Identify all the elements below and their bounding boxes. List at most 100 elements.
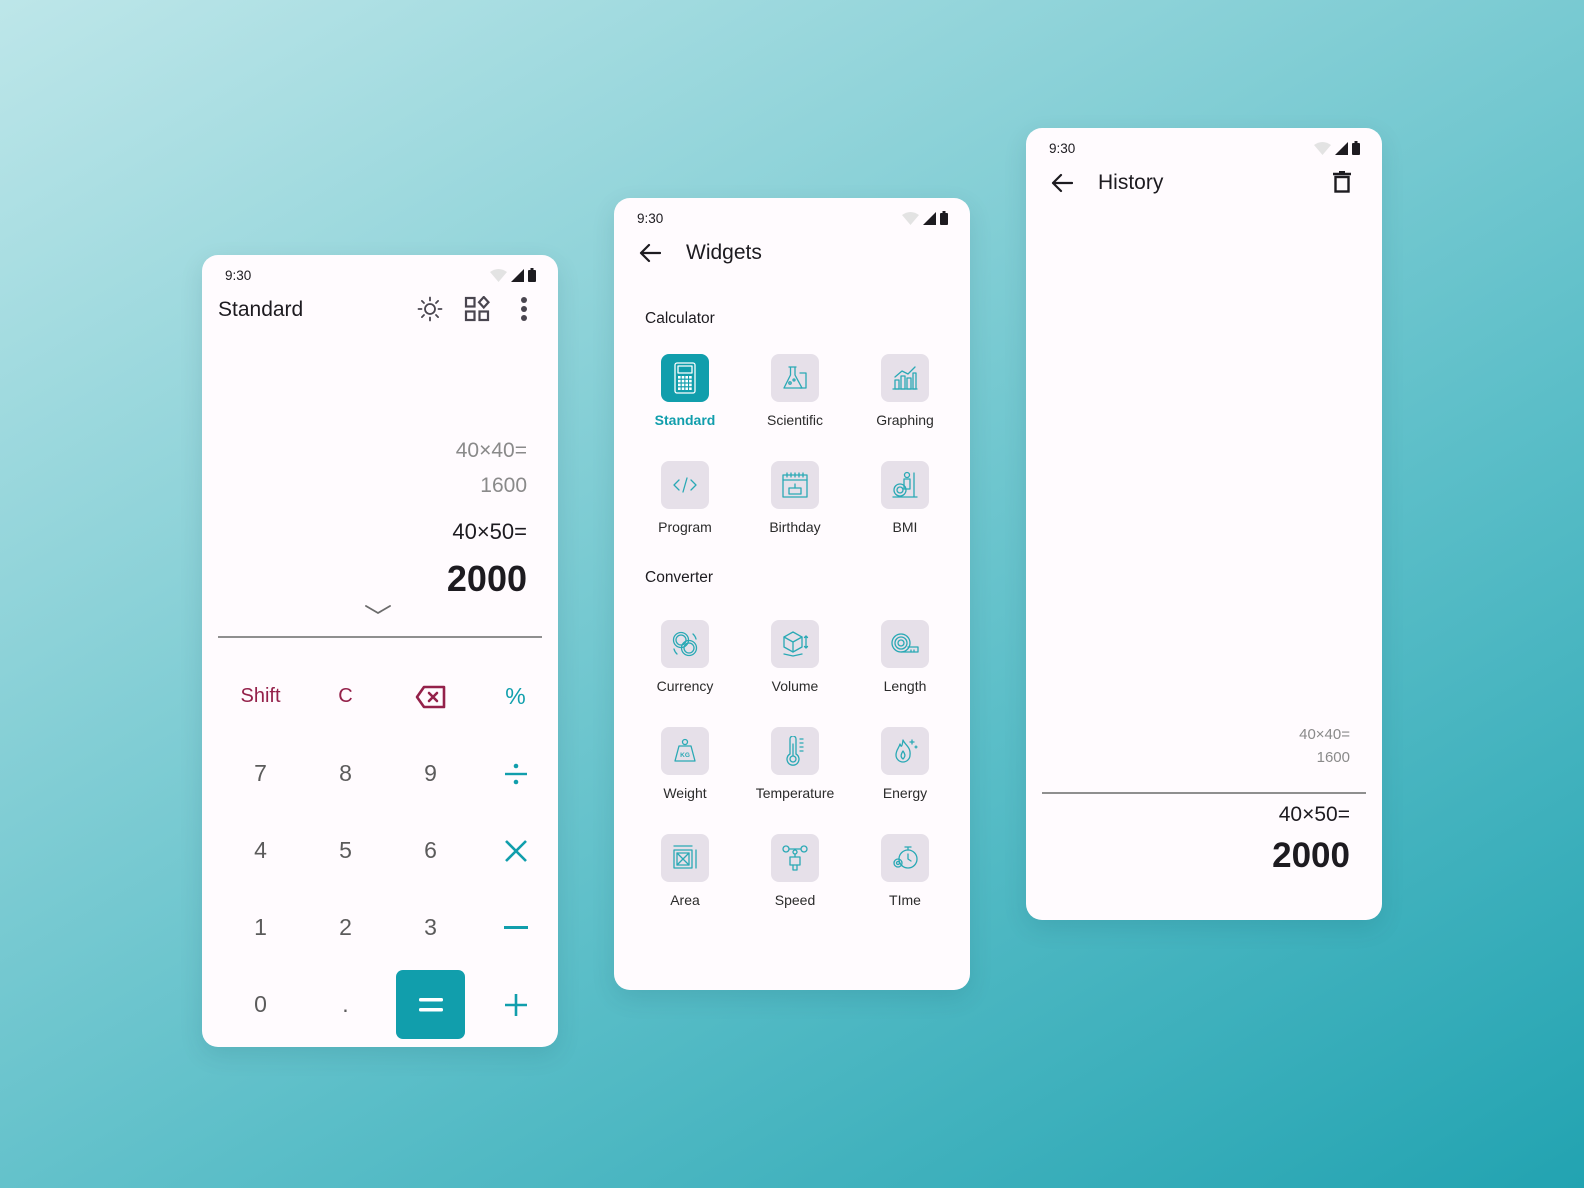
key-label: % bbox=[505, 683, 526, 709]
key-1[interactable]: 1 bbox=[218, 889, 303, 966]
widget-label: TIme bbox=[889, 892, 921, 908]
widgets-button[interactable] bbox=[461, 293, 493, 325]
status-icons bbox=[902, 211, 948, 225]
top-app-bar: Widgets bbox=[614, 235, 970, 271]
key-label: 5 bbox=[339, 837, 352, 863]
key-2[interactable]: 2 bbox=[303, 889, 388, 966]
widget-icon-container bbox=[661, 461, 709, 509]
widget-tile-birthday[interactable]: Birthday bbox=[740, 461, 850, 568]
clear-history-button[interactable] bbox=[1326, 166, 1358, 198]
widget-icon-container bbox=[771, 727, 819, 775]
widget-icon-container bbox=[661, 834, 709, 882]
widget-tile-program[interactable]: Program bbox=[630, 461, 740, 568]
key-label: C bbox=[338, 685, 353, 707]
key-backspace[interactable] bbox=[388, 658, 473, 735]
widget-label: Volume bbox=[771, 678, 819, 694]
widget-icon-container bbox=[881, 727, 929, 775]
key-6[interactable]: 6 bbox=[388, 812, 473, 889]
key-minus[interactable] bbox=[473, 889, 558, 966]
birthday-calendar-icon bbox=[782, 472, 808, 498]
key-3[interactable]: 3 bbox=[388, 889, 473, 966]
display-divider bbox=[218, 636, 542, 638]
page-title: Widgets bbox=[686, 241, 762, 264]
key-label: 0 bbox=[254, 991, 267, 1017]
key-label: 4 bbox=[254, 837, 267, 863]
back-button[interactable] bbox=[631, 234, 669, 272]
cube-volume-icon bbox=[783, 631, 809, 657]
widget-label: Program bbox=[658, 519, 712, 535]
key-clear[interactable]: C bbox=[303, 658, 388, 735]
converter-widget-grid: Currency Volume Length KG Weight Temperature E… bbox=[630, 620, 960, 941]
equals-icon bbox=[418, 997, 443, 1011]
widget-label: Energy bbox=[882, 785, 928, 801]
widget-tile-speed[interactable]: Speed bbox=[740, 834, 850, 941]
key-label: 3 bbox=[424, 914, 437, 940]
more-options-button[interactable] bbox=[508, 293, 540, 325]
battery-icon bbox=[528, 268, 536, 282]
key-multiply[interactable] bbox=[473, 812, 558, 889]
key-percent[interactable]: % bbox=[473, 658, 558, 735]
widget-tile-currency[interactable]: Currency bbox=[630, 620, 740, 727]
page-title: History bbox=[1098, 171, 1164, 194]
widget-icon-container bbox=[661, 620, 709, 668]
theme-button[interactable] bbox=[414, 293, 446, 325]
stopwatch-icon bbox=[893, 846, 918, 869]
back-button[interactable] bbox=[1043, 164, 1081, 202]
widget-label: Standard bbox=[654, 412, 716, 428]
widget-tile-volume[interactable]: Volume bbox=[740, 620, 850, 727]
widget-tile-bmi[interactable]: BMI bbox=[850, 461, 960, 568]
widget-icon-container bbox=[771, 834, 819, 882]
key-label: 7 bbox=[254, 760, 267, 786]
widget-tile-length[interactable]: Length bbox=[850, 620, 960, 727]
key-0[interactable]: 0 bbox=[218, 966, 303, 1043]
battery-icon bbox=[1352, 141, 1360, 155]
arrow-back-icon bbox=[639, 243, 661, 263]
current-result: 2000 bbox=[1272, 836, 1350, 875]
widget-label: BMI bbox=[892, 519, 918, 535]
widget-icon-container: KG bbox=[661, 727, 709, 775]
plus-icon bbox=[504, 993, 527, 1016]
key-label: 9 bbox=[424, 760, 437, 786]
widget-tile-standard[interactable]: Standard bbox=[630, 354, 740, 461]
widget-tile-time[interactable]: TIme bbox=[850, 834, 960, 941]
current-expression: 40×50= bbox=[1278, 803, 1350, 826]
key-label: 1 bbox=[254, 914, 267, 940]
widget-tile-area[interactable]: Area bbox=[630, 834, 740, 941]
widget-tile-temperature[interactable]: Temperature bbox=[740, 727, 850, 834]
key-equals[interactable] bbox=[388, 966, 473, 1043]
code-icon bbox=[673, 477, 697, 493]
key-label: 2 bbox=[339, 914, 352, 940]
expand-history-button[interactable] bbox=[364, 603, 392, 621]
history-screen: 9:30 History 40×40= 1600 40×50= 2000 bbox=[1026, 128, 1382, 920]
key-5[interactable]: 5 bbox=[303, 812, 388, 889]
key-decimal[interactable]: . bbox=[303, 966, 388, 1043]
widget-label: Area bbox=[670, 892, 700, 908]
section-label-converter: Converter bbox=[645, 569, 714, 586]
key-8[interactable]: 8 bbox=[303, 735, 388, 812]
key-9[interactable]: 9 bbox=[388, 735, 473, 812]
section-label-calculator: Calculator bbox=[645, 310, 715, 327]
key-label: 8 bbox=[339, 760, 352, 786]
widget-tile-weight[interactable]: KG Weight bbox=[630, 727, 740, 834]
key-divide[interactable] bbox=[473, 735, 558, 812]
widget-tile-graphing[interactable]: Graphing bbox=[850, 354, 960, 461]
key-plus[interactable] bbox=[473, 966, 558, 1043]
current-expression: 40×50= bbox=[452, 519, 527, 544]
key-shift[interactable]: Shift bbox=[218, 658, 303, 735]
widget-tile-scientific[interactable]: Scientific bbox=[740, 354, 850, 461]
widget-label: Length bbox=[883, 678, 927, 694]
battery-icon bbox=[940, 211, 948, 225]
area-square-icon bbox=[673, 845, 697, 869]
widget-label: Weight bbox=[663, 785, 707, 801]
graph-chart-icon bbox=[892, 366, 918, 390]
key-label: Shift bbox=[240, 685, 281, 707]
key-7[interactable]: 7 bbox=[218, 735, 303, 812]
widget-label: Temperature bbox=[755, 785, 835, 801]
key-4[interactable]: 4 bbox=[218, 812, 303, 889]
widget-icon-container bbox=[771, 461, 819, 509]
svg-text:KG: KG bbox=[680, 752, 690, 759]
widget-label: Graphing bbox=[876, 412, 934, 428]
divide-icon bbox=[504, 763, 527, 784]
widget-tile-energy[interactable]: Energy bbox=[850, 727, 960, 834]
minus-icon bbox=[503, 925, 528, 929]
